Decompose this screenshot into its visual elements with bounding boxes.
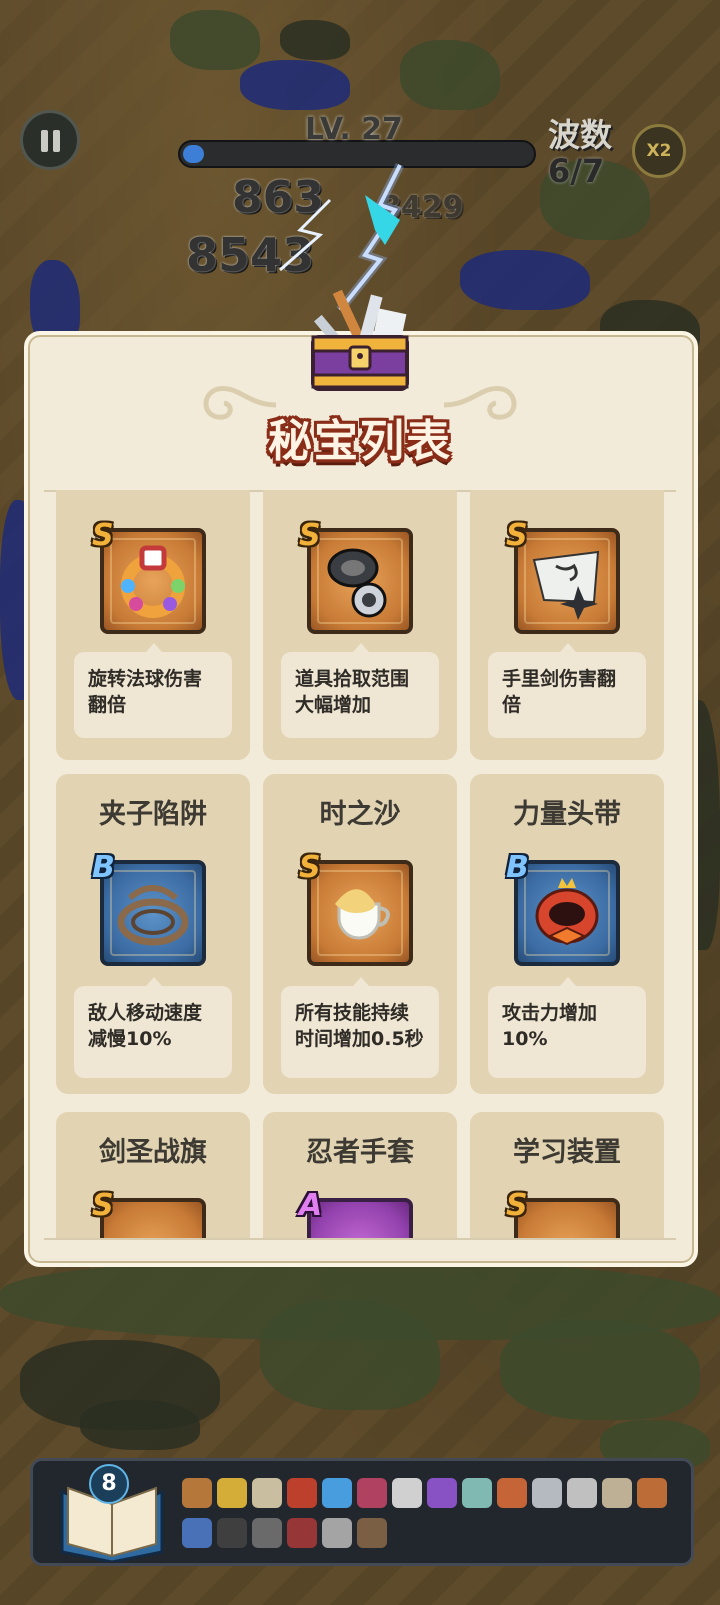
fan-icon <box>287 1518 317 1548</box>
ninja-glove-icon: A <box>299 1188 413 1238</box>
clamp-trap-icon: B <box>92 850 206 966</box>
enemy-sprite <box>260 1300 440 1410</box>
treasure-chest-icon <box>311 289 409 391</box>
list-divider-bottom <box>44 1238 676 1240</box>
treasure-grid[interactable]: S 旋转法球伤害翻倍 S 道具拾取范围大幅增加 S 手里剑伤害翻倍 夹子陷阱 B… <box>44 490 676 1238</box>
shuriken-scroll-icon: S <box>506 518 620 634</box>
treasure-description: 旋转法球伤害翻倍 <box>74 643 232 738</box>
banner-icon <box>252 1518 282 1548</box>
grade-badge: B <box>92 850 115 885</box>
treasure-name: 学习装置 <box>513 1137 621 1168</box>
treasure-name: 忍者手套 <box>306 1137 414 1168</box>
level-label: LV. 27 <box>305 112 403 147</box>
enemy-sprite <box>460 250 590 310</box>
enemy-sprite <box>80 1400 200 1450</box>
pause-button[interactable] <box>20 110 80 170</box>
grade-badge: S <box>506 518 528 553</box>
treasure-card[interactable]: S 旋转法球伤害翻倍 <box>56 490 250 760</box>
shuriken-icon <box>567 1478 597 1508</box>
treasure-card[interactable]: 学习装置 S <box>470 1112 664 1238</box>
amulet-icon <box>357 1518 387 1548</box>
enemy-sprite <box>170 10 260 70</box>
grade-badge: S <box>299 518 321 553</box>
star-icon <box>217 1478 247 1508</box>
treasure-card[interactable]: 力量头带 B 攻击力增加10% <box>470 774 664 1094</box>
treasure-name: 时之沙 <box>319 799 401 830</box>
treasure-card[interactable]: 忍者手套 A <box>263 1112 457 1238</box>
sand-of-time-icon: S <box>299 850 413 966</box>
grade-badge: S <box>506 1188 528 1223</box>
shield-icon <box>217 1518 247 1548</box>
treasure-card[interactable]: S 道具拾取范围大幅增加 <box>263 490 457 760</box>
scroll-icon <box>252 1478 282 1508</box>
treasure-card[interactable]: S 手里剑伤害翻倍 <box>470 490 664 760</box>
treasure-description: 手里剑伤害翻倍 <box>488 643 646 738</box>
ring-icon <box>497 1478 527 1508</box>
gem-ring-icon <box>182 1478 212 1508</box>
enemy-sprite <box>240 60 350 110</box>
enemy-sprite <box>500 1320 700 1420</box>
book-count-badge: 8 <box>89 1464 129 1504</box>
treasure-name: 剑圣战旗 <box>99 1137 207 1168</box>
treasure-description: 敌人移动速度减慢10% <box>74 977 232 1078</box>
level-progress-fill <box>183 145 204 163</box>
treasure-card[interactable]: 剑圣战旗 S <box>56 1112 250 1238</box>
card-icon <box>392 1478 422 1508</box>
crown-icon <box>182 1518 212 1548</box>
enemy-sprite <box>400 40 500 110</box>
panel-title: 秘宝列表 <box>268 416 452 467</box>
learning-device-icon: S <box>506 1188 620 1238</box>
treasure-name: 力量头带 <box>513 799 621 830</box>
glove-icon <box>637 1478 667 1508</box>
orb-icon <box>462 1478 492 1508</box>
magnet-ring-icon: S <box>299 518 413 634</box>
enemy-sprite <box>280 20 350 60</box>
wave-label: 波数 <box>548 116 613 154</box>
treasure-description: 所有技能持续时间增加0.5秒 <box>281 977 439 1078</box>
grade-badge: S <box>92 518 114 553</box>
treasure-name: 夹子陷阱 <box>99 799 207 830</box>
wave-counter: 6/7 <box>548 152 605 190</box>
power-headband-icon: B <box>506 850 620 966</box>
speed-x2-button[interactable]: X2 <box>632 124 686 178</box>
sword-banner-icon: S <box>92 1188 206 1238</box>
magnet-icon <box>322 1478 352 1508</box>
grade-badge: B <box>506 850 529 885</box>
grade-badge: S <box>92 1188 114 1223</box>
rainbow-gem-ring-icon: S <box>92 518 206 634</box>
trap-icon <box>602 1478 632 1508</box>
magnet-ring-icon <box>532 1478 562 1508</box>
hourglass-icon <box>357 1478 387 1508</box>
grade-badge: A <box>299 1188 323 1223</box>
grade-badge: S <box>299 850 321 885</box>
clamp-icon <box>427 1478 457 1508</box>
treasure-description: 道具拾取范围大幅增加 <box>281 643 439 738</box>
treasure-card[interactable]: 时之沙 S 所有技能持续时间增加0.5秒 <box>263 774 457 1094</box>
headband-icon <box>287 1478 317 1508</box>
bomb-icon <box>322 1518 352 1548</box>
treasure-card[interactable]: 夹子陷阱 B 敌人移动速度减慢10% <box>56 774 250 1094</box>
treasure-description: 攻击力增加10% <box>488 977 646 1078</box>
